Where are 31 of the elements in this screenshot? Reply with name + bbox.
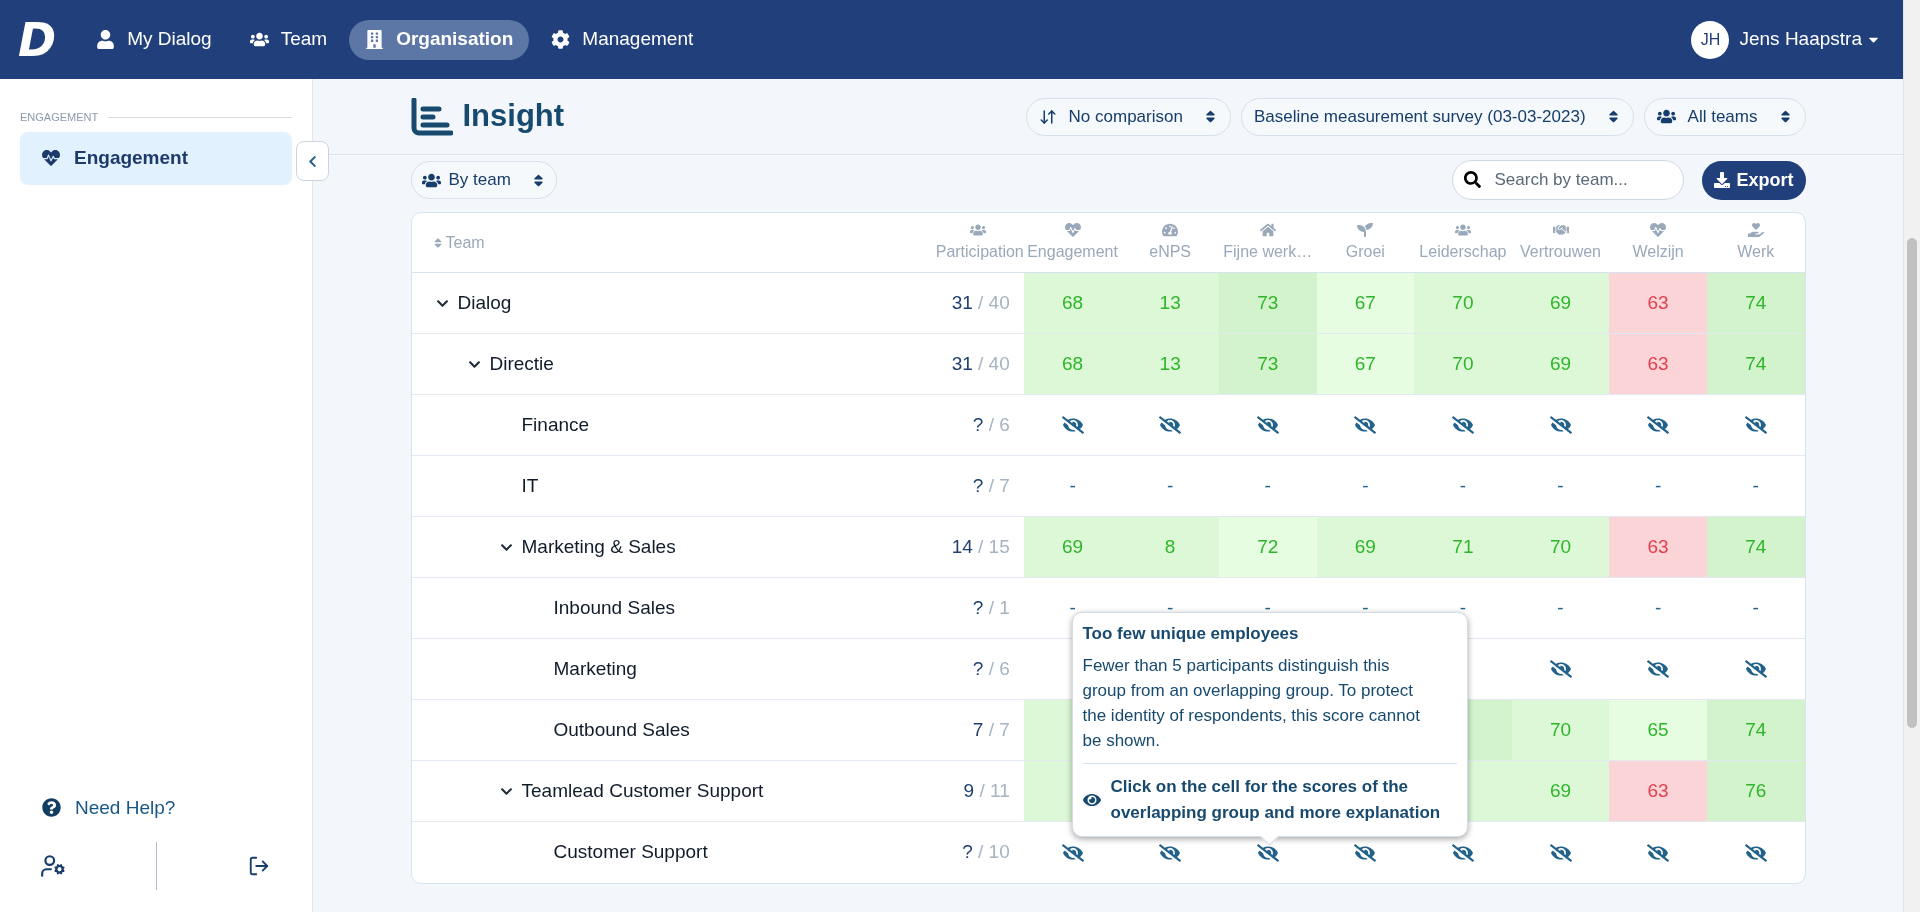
empty-score: -	[1166, 595, 1174, 620]
participation-count: ? / 1	[972, 595, 1010, 620]
empty-score: -	[1752, 473, 1759, 498]
empty-score: -	[1264, 473, 1271, 498]
empty-score: -	[1362, 595, 1369, 620]
participation-count: ? / 6	[972, 412, 1010, 437]
empty-score: -	[1069, 473, 1076, 498]
tooltip-text: Fewer than 5 participants distinguish this group from an overlapping group. To protect the identity of respondents, this score cannot be shown.	[1082, 654, 1421, 752]
participation-count: 31 / 40	[951, 351, 1010, 376]
tooltip-action: Click on the cell for the scores of the overlapping group and more explanation	[1110, 775, 1442, 824]
participation-count: 7 / 7	[972, 717, 1010, 742]
participation-count: ? / 6	[972, 656, 1010, 681]
empty-score: -	[1557, 595, 1564, 620]
empty-score: -	[1752, 595, 1759, 620]
page-title: Insight	[462, 97, 565, 136]
participation-count: 14 / 15	[951, 534, 1010, 559]
empty-score: -	[1069, 595, 1076, 620]
participation-count: 9 / 11	[963, 778, 1010, 803]
empty-score: -	[1654, 595, 1662, 620]
participation-count: ? / 7	[972, 473, 1010, 498]
empty-score: -	[1166, 473, 1174, 498]
empty-score: -	[1459, 595, 1467, 620]
empty-score: -	[1362, 473, 1369, 498]
tooltip-title: Too few unique employees	[1082, 623, 1300, 645]
empty-score: -	[1654, 473, 1662, 498]
empty-score: -	[1557, 473, 1564, 498]
participation-count: ? / 10	[962, 840, 1010, 865]
participation-count: 31 / 40	[951, 290, 1010, 315]
empty-score: -	[1459, 473, 1467, 498]
empty-score: -	[1264, 595, 1271, 620]
section-label: ENGAGEMENT	[20, 110, 99, 125]
